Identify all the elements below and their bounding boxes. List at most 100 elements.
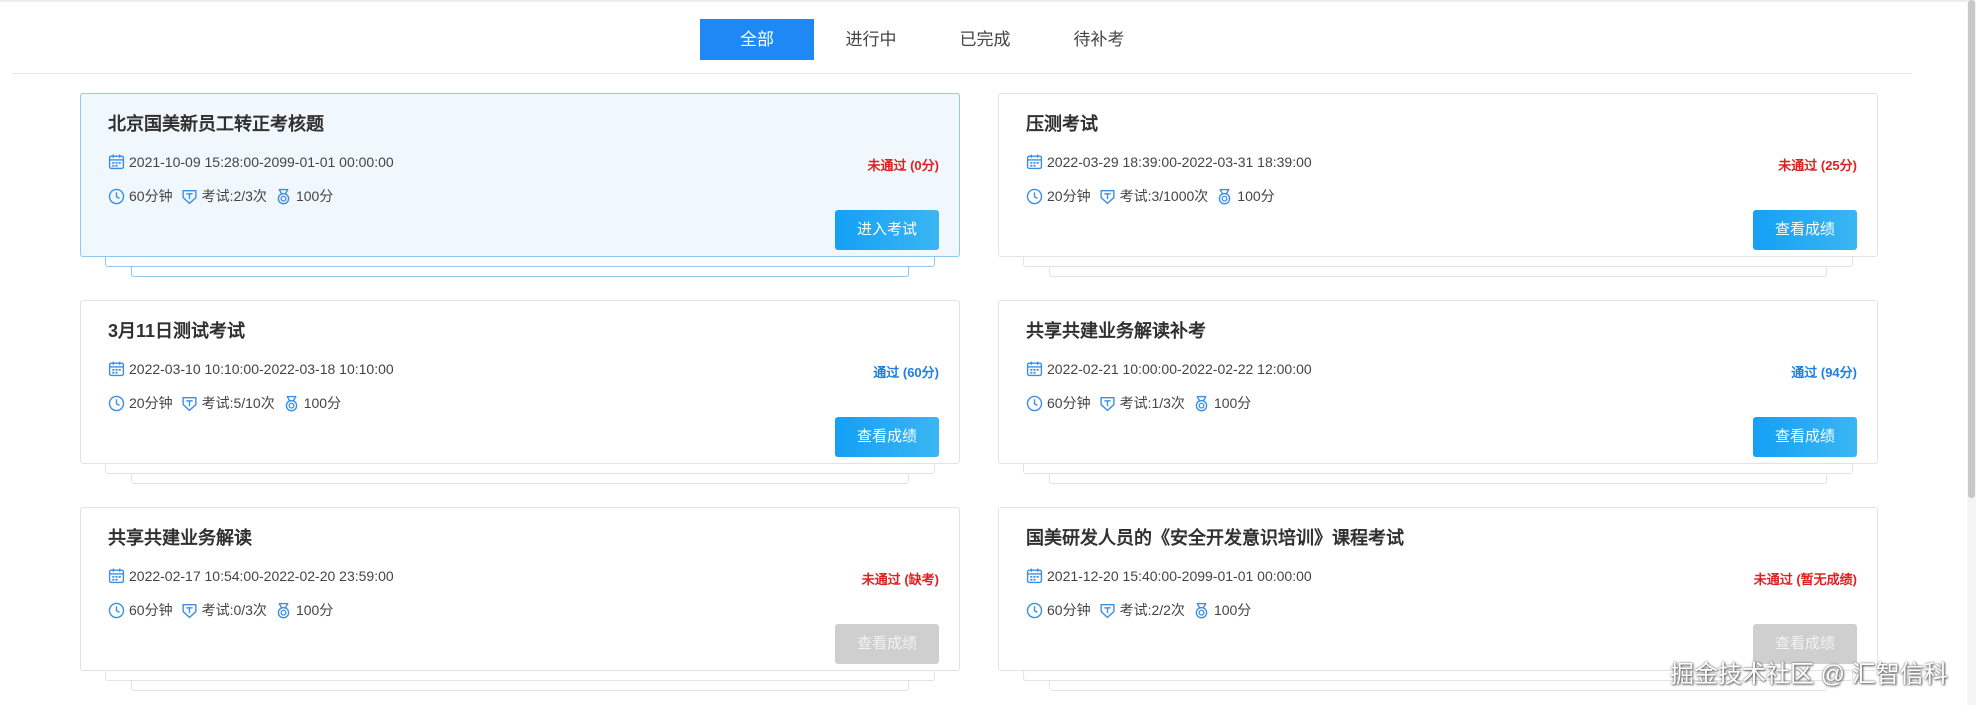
exam-badge-icon [182, 396, 197, 411]
medal-icon [277, 188, 290, 204]
exam-date-row: 2022-03-29 18:39:00-2022-03-31 18:39:00 [1026, 153, 1312, 170]
exam-attempts-text: 考试:2/3次 [201, 188, 267, 204]
exam-date-range: 2022-03-10 10:10:00-2022-03-18 10:10:00 [129, 360, 394, 377]
exam-card[interactable]: 共享共建业务解读 2022-02-17 10:54:00-2022-02-20 … [80, 507, 960, 671]
exam-attempts-text: 考试:2/2次 [1119, 602, 1185, 618]
exam-date-row: 2021-12-20 15:40:00-2099-01-01 00:00:00 [1026, 567, 1312, 584]
exam-meta-row: 60分钟 考试:2/2次 100分 [1026, 600, 1259, 620]
exam-badge-icon [1100, 189, 1115, 204]
watermark: 掘金技术社区 @ 汇智信科 [1670, 661, 1948, 688]
exam-score-text: 100分 [1237, 188, 1275, 204]
exam-card[interactable]: 共享共建业务解读补考 2022-02-21 10:00:00-2022-02-2… [998, 300, 1878, 464]
view-score-button[interactable]: 查看成绩 [835, 417, 939, 457]
exam-attempts-text: 考试:1/3次 [1119, 395, 1185, 411]
exam-attempts-text: 考试:3/1000次 [1119, 188, 1209, 204]
exam-score: 100分 [283, 393, 341, 413]
exam-date-range: 2022-02-21 10:00:00-2022-02-22 12:00:00 [1047, 360, 1312, 377]
enter-exam-button[interactable]: 进入考试 [835, 210, 939, 250]
exam-score: 100分 [275, 186, 333, 206]
exam-duration-text: 20分钟 [1047, 188, 1091, 204]
exam-score: 100分 [1216, 186, 1275, 206]
exam-title: 压测考试 [1026, 114, 1098, 134]
exam-score-text: 100分 [295, 602, 334, 618]
exam-duration: 60分钟 [108, 186, 173, 206]
card-stack-layer [105, 257, 935, 267]
exam-duration-text: 20分钟 [129, 395, 173, 411]
clock-icon [108, 188, 125, 204]
tab-completed[interactable]: 已完成 [928, 19, 1042, 60]
medal-icon [1195, 395, 1208, 411]
exam-card[interactable]: 北京国美新员工转正考核题 2021-10-09 15:28:00-2099-01… [80, 93, 960, 257]
exam-attempts-text: 考试:5/10次 [201, 395, 275, 411]
card-stack-layer [105, 464, 935, 474]
exam-title: 北京国美新员工转正考核题 [108, 114, 324, 134]
vertical-scrollbar[interactable] [1967, 0, 1976, 705]
view-score-button[interactable]: 查看成绩 [835, 624, 939, 664]
exam-score-text: 100分 [1213, 602, 1252, 618]
exam-score: 100分 [1193, 393, 1251, 413]
calendar-icon [108, 361, 125, 377]
exam-date-row: 2022-03-10 10:10:00-2022-03-18 10:10:00 [108, 360, 394, 377]
exam-title: 共享共建业务解读补考 [1026, 321, 1206, 341]
exam-badge-icon [182, 189, 197, 204]
exam-card[interactable]: 压测考试 2022-03-29 18:39:00-2022-03-31 18:3… [998, 93, 1878, 257]
exam-attempts: 考试:3/1000次 [1099, 186, 1209, 206]
exam-status: 通过 (94分) [1791, 365, 1857, 380]
clock-icon [1026, 188, 1043, 204]
card-stack-layer [1049, 267, 1827, 277]
exam-score: 100分 [275, 600, 333, 620]
clock-icon [1026, 395, 1043, 411]
exam-meta-row: 60分钟 考试:2/3次 100分 [108, 186, 341, 206]
filter-tab-bar: 全部 进行中 已完成 待补考 [12, 0, 1912, 74]
tab-group: 全部 进行中 已完成 待补考 [700, 19, 1156, 60]
tab-pending-retake[interactable]: 待补考 [1042, 19, 1156, 60]
exam-meta-row: 20分钟 考试:5/10次 100分 [108, 393, 349, 413]
exam-title: 国美研发人员的《安全开发意识培训》课程考试 [1026, 528, 1404, 548]
exam-status: 未通过 (0分) [867, 158, 939, 173]
calendar-icon [108, 568, 125, 584]
exam-card[interactable]: 国美研发人员的《安全开发意识培训》课程考试 2021-12-20 15:40:0… [998, 507, 1878, 671]
scrollbar-thumb[interactable] [1968, 0, 1975, 498]
calendar-icon [1026, 568, 1043, 584]
exam-date-row: 2021-10-09 15:28:00-2099-01-01 00:00:00 [108, 153, 394, 170]
exam-duration: 60分钟 [1026, 393, 1091, 413]
exam-status: 未通过 (缺考) [861, 572, 939, 587]
exam-score-text: 100分 [1213, 395, 1252, 411]
exam-badge-icon [182, 603, 197, 618]
exam-attempts: 考试:2/2次 [1099, 600, 1185, 620]
exam-meta-row: 20分钟 考试:3/1000次 100分 [1026, 186, 1283, 206]
card-stack-layer [131, 267, 909, 277]
exam-duration: 60分钟 [108, 600, 173, 620]
clock-icon [108, 395, 125, 411]
exam-date-row: 2022-02-17 10:54:00-2022-02-20 23:59:00 [108, 567, 394, 584]
clock-icon [108, 602, 125, 618]
exam-attempts: 考试:2/3次 [181, 186, 267, 206]
exam-score: 100分 [1193, 600, 1251, 620]
exam-meta-row: 60分钟 考试:0/3次 100分 [108, 600, 341, 620]
exam-duration-text: 60分钟 [1047, 602, 1091, 618]
exam-meta-row: 60分钟 考试:1/3次 100分 [1026, 393, 1259, 413]
medal-icon [277, 602, 290, 618]
view-score-button[interactable]: 查看成绩 [1753, 417, 1857, 457]
exam-date-range: 2021-12-20 15:40:00-2099-01-01 00:00:00 [1047, 567, 1312, 584]
card-stack-layer [1023, 464, 1853, 474]
exam-duration-text: 60分钟 [129, 188, 173, 204]
exam-card[interactable]: 3月11日测试考试 2022-03-10 10:10:00-2022-03-18… [80, 300, 960, 464]
view-score-button[interactable]: 查看成绩 [1753, 210, 1857, 250]
medal-icon [285, 395, 298, 411]
clock-icon [1026, 602, 1043, 618]
medal-icon [1219, 188, 1231, 204]
exam-attempts: 考试:1/3次 [1099, 393, 1185, 413]
exam-score-text: 100分 [295, 188, 334, 204]
exam-title: 共享共建业务解读 [108, 528, 252, 548]
exam-duration: 20分钟 [108, 393, 173, 413]
exam-attempts: 考试:5/10次 [181, 393, 275, 413]
exam-duration-text: 60分钟 [1047, 395, 1091, 411]
calendar-icon [1026, 154, 1043, 170]
medal-icon [1195, 602, 1208, 618]
exam-status: 未通过 (暂无成绩) [1753, 572, 1857, 587]
tab-all[interactable]: 全部 [700, 19, 814, 60]
exam-title: 3月11日测试考试 [108, 321, 246, 341]
tab-in-progress[interactable]: 进行中 [814, 19, 928, 60]
exam-status: 未通过 (25分) [1778, 158, 1857, 173]
